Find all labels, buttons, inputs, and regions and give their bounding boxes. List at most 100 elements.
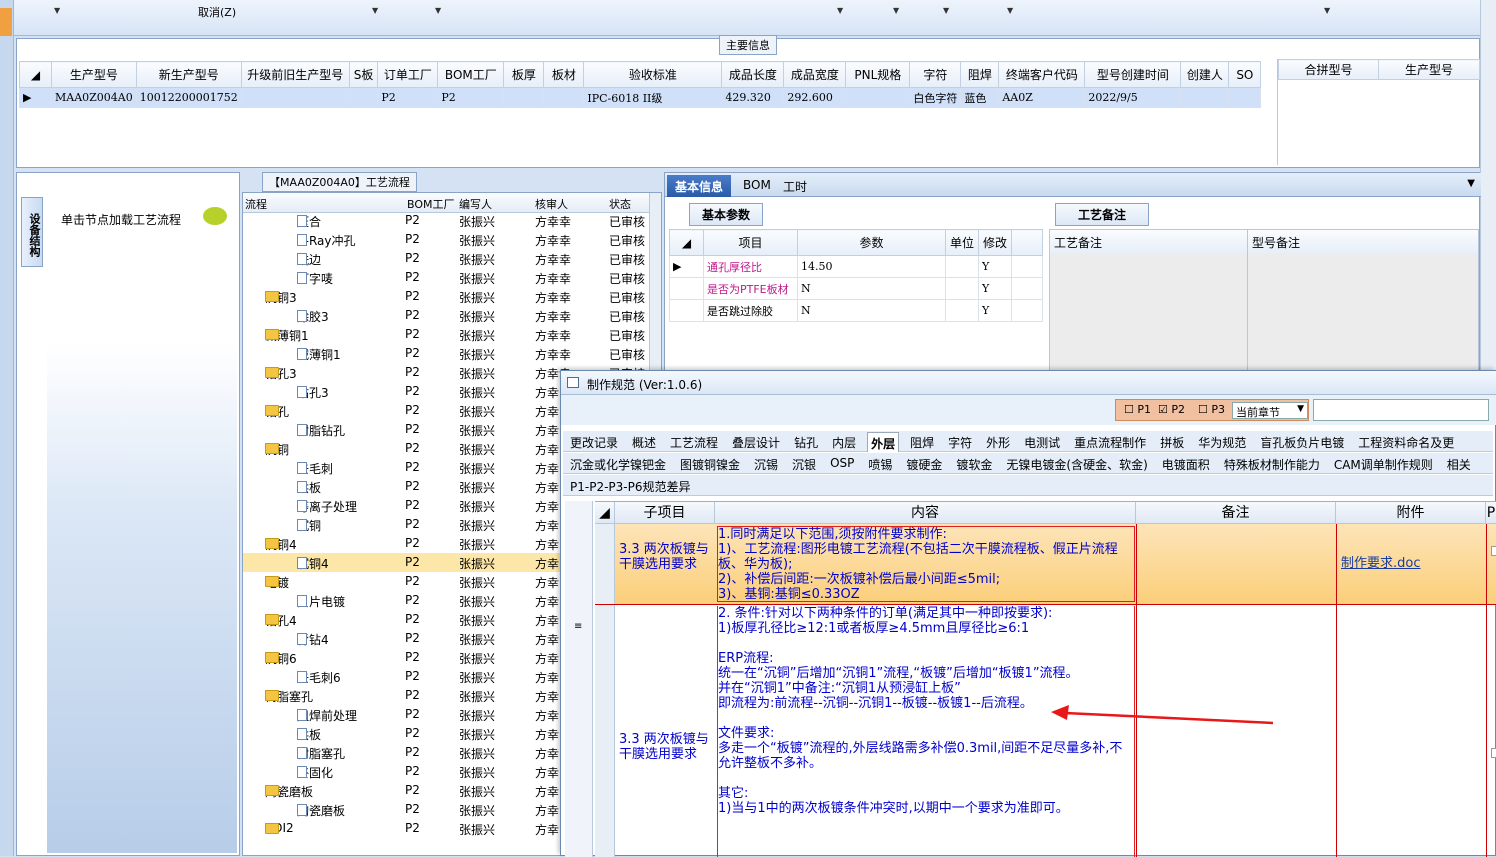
spec-tab[interactable]: CAM调单制作规则: [1331, 456, 1436, 473]
checkbox-p1[interactable]: ☐ P1: [1124, 403, 1151, 416]
spec-tab[interactable]: 电测试: [1021, 434, 1063, 451]
window-scrollbar[interactable]: [1480, 0, 1496, 370]
dropdown-arrow-icon[interactable]: ▼: [54, 6, 60, 15]
notes-col-model[interactable]: 型号备注: [1248, 230, 1478, 254]
main-info-col-header[interactable]: 字符: [909, 61, 962, 88]
spec-tab[interactable]: 沉锡: [751, 456, 781, 473]
main-info-col-header[interactable]: 升级前旧生产型号: [240, 61, 350, 88]
main-info-col-header[interactable]: 成品宽度: [783, 61, 847, 88]
main-info-col-header[interactable]: 订单工厂: [377, 61, 439, 88]
spec-tab[interactable]: 工程资料命名及更: [1355, 434, 1457, 451]
row-indicator[interactable]: ▶: [19, 87, 52, 108]
main-info-cell[interactable]: [348, 87, 379, 108]
main-info-col-header[interactable]: BOM工厂: [437, 61, 505, 88]
main-info-cell[interactable]: 429.320: [721, 87, 785, 108]
spec-tab[interactable]: 概述: [629, 434, 659, 451]
spec-tab[interactable]: 阻焊: [907, 434, 937, 451]
spec-tab[interactable]: 内层: [829, 434, 859, 451]
spec-tab[interactable]: 镀软金: [953, 456, 995, 473]
spec-tab[interactable]: 更改记录: [567, 434, 621, 451]
main-info-cell[interactable]: [503, 87, 545, 108]
main-info-col-header[interactable]: 终端客户代码: [998, 61, 1086, 88]
tree-row[interactable]: 减薄铜1 P2 张振兴 方幸幸 已审核: [243, 344, 653, 363]
spec-tab[interactable]: OSP: [827, 456, 857, 470]
param-row[interactable]: ▶ 通孔厚径比 14.50 Y: [669, 255, 1043, 278]
spec-tab[interactable]: 相关: [1444, 456, 1474, 473]
main-info-cell[interactable]: 2022/9/5: [1084, 87, 1182, 108]
main-info-cell[interactable]: [1228, 87, 1262, 108]
checkbox[interactable]: [1491, 748, 1496, 758]
tab-basic-info[interactable]: 基本信息: [667, 175, 732, 197]
chevron-down-icon[interactable]: ▼: [1467, 178, 1475, 189]
param-row[interactable]: 是否为PTFE板材 N Y: [669, 277, 1043, 300]
side-scrollbar[interactable]: ≡: [565, 501, 593, 857]
checkbox-p3[interactable]: ☐ P3: [1198, 403, 1225, 416]
dropdown-arrow-icon[interactable]: ▼: [435, 6, 441, 15]
main-info-col-header[interactable]: 成品长度: [721, 61, 785, 88]
spec-tab[interactable]: 工艺流程: [667, 434, 721, 451]
spec-tab[interactable]: 字符: [945, 434, 975, 451]
main-info-col-header[interactable]: 型号创建时间: [1084, 61, 1182, 88]
model-notes-textarea[interactable]: [1248, 254, 1478, 372]
tab-equipment-structure[interactable]: 设备结构: [21, 197, 43, 267]
main-info-cell[interactable]: 白色字符: [909, 87, 962, 108]
main-info-cell[interactable]: 292.600: [783, 87, 847, 108]
spec-tab[interactable]: 镀硬金: [903, 456, 945, 473]
row-indicator[interactable]: [595, 605, 615, 857]
search-input[interactable]: [1313, 399, 1489, 421]
cancel-button[interactable]: 取消(Z): [198, 4, 236, 20]
main-info-cell[interactable]: [240, 87, 350, 108]
spec-tab[interactable]: 钻孔: [791, 434, 821, 451]
tree-row[interactable]: −减薄铜1 P2 张振兴 方幸幸 已审核: [243, 325, 653, 344]
process-notes-textarea[interactable]: [1050, 254, 1248, 372]
param-value[interactable]: N: [797, 299, 946, 322]
main-info-cell[interactable]: [845, 87, 911, 108]
spec-tab[interactable]: 外层: [867, 432, 900, 452]
main-info-col-header[interactable]: 新生产型号: [135, 61, 242, 88]
main-info-cell[interactable]: AA0Z: [998, 87, 1086, 108]
spec-tab[interactable]: P1-P2-P3-P6规范差异: [567, 478, 693, 495]
param-value[interactable]: N: [797, 277, 946, 300]
main-info-col-header[interactable]: SO: [1228, 61, 1262, 88]
main-info-col-header[interactable]: 验收标准: [583, 61, 723, 88]
spec-tab[interactable]: 喷锡: [865, 456, 895, 473]
tree-row[interactable]: 压合 P2 张振兴 方幸幸 已审核: [243, 211, 653, 230]
spec-tab[interactable]: 拼板: [1157, 434, 1187, 451]
main-info-cell[interactable]: IPC-6018 II级: [583, 87, 723, 108]
chapter-select[interactable]: 当前章节 ▼: [1232, 402, 1308, 419]
main-info-cell[interactable]: [543, 87, 585, 108]
main-info-cell[interactable]: P2: [437, 87, 505, 108]
spec-tab[interactable]: 无镍电镀金(含硬金、软金): [1003, 456, 1150, 473]
dropdown-arrow-icon[interactable]: ▼: [372, 6, 378, 15]
main-info-col-header[interactable]: S板: [348, 61, 379, 88]
tab-work-hours[interactable]: 工时: [775, 175, 815, 197]
tree-row[interactable]: −沉铜3 P2 张振兴 方幸幸 已审核: [243, 287, 653, 306]
spec-tab[interactable]: 华为规范: [1195, 434, 1249, 451]
main-info-cell[interactable]: [1180, 87, 1230, 108]
spec-tab[interactable]: 电镀面积: [1159, 456, 1213, 473]
main-info-cell[interactable]: 蓝色: [960, 87, 1000, 108]
main-info-col-header[interactable]: 生产型号: [51, 61, 137, 88]
main-info-col-header[interactable]: 板厚: [503, 61, 545, 88]
main-info-col-header[interactable]: PNL规格: [845, 61, 911, 88]
spec-tab[interactable]: 重点流程制作: [1071, 434, 1149, 451]
dropdown-arrow-icon[interactable]: ▼: [1007, 6, 1013, 15]
main-info-cell[interactable]: P2: [377, 87, 439, 108]
spec-tab[interactable]: 外形: [983, 434, 1013, 451]
dropdown-arrow-icon[interactable]: ▼: [837, 6, 843, 15]
row-indicator[interactable]: [595, 524, 615, 604]
main-info-col-header[interactable]: 板材: [543, 61, 585, 88]
tab-bom[interactable]: BOM: [735, 175, 779, 197]
main-info-cell[interactable]: MAA0Z004A0: [51, 87, 137, 108]
tree-row[interactable]: 铣边 P2 张振兴 方幸幸 已审核: [243, 249, 653, 268]
spec-tab[interactable]: 沉银: [789, 456, 819, 473]
spec-tab[interactable]: 沉金或化学镍钯金: [567, 456, 669, 473]
spec-tab[interactable]: 特殊板材制作能力: [1221, 456, 1323, 473]
checkbox[interactable]: [1491, 546, 1496, 556]
dropdown-arrow-icon[interactable]: ▼: [943, 6, 949, 15]
tree-row[interactable]: 除胶3 P2 张振兴 方幸幸 已审核: [243, 306, 653, 325]
main-info-col-header[interactable]: 创建人: [1180, 61, 1230, 88]
attachment-link[interactable]: 制作要求.doc: [1341, 556, 1481, 571]
spec-tab[interactable]: 盲孔板负片电镀: [1257, 434, 1347, 451]
main-info-col-header[interactable]: 阻焊: [960, 61, 1000, 88]
